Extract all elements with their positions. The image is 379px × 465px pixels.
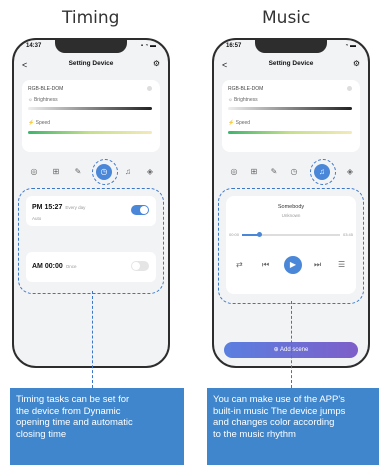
timing-title: Timing [62, 8, 120, 28]
progress-thumb[interactable] [257, 232, 263, 237]
connector-line [291, 301, 292, 388]
time-end: 03:45 [342, 232, 353, 237]
page-title: Setting Device [268, 60, 314, 67]
timer-task-2[interactable]: AM 00:00 Once [26, 252, 156, 282]
brightness-slider[interactable] [28, 107, 152, 110]
grid-icon[interactable]: ⊞ [248, 167, 260, 176]
timing-phone: 14:37 ▪ ◔ ▬ < Setting Device ⚙ RGB-BLE-D… [12, 38, 170, 368]
page-title: Setting Device [68, 60, 114, 67]
device-name: RGB-BLE-DOM [28, 86, 64, 92]
music-icon[interactable]: ♫ [314, 164, 330, 180]
song-artist: Unknown [281, 213, 301, 218]
back-icon[interactable]: < [22, 60, 27, 70]
task-toggle-on[interactable] [131, 205, 149, 215]
brightness-slider[interactable] [228, 107, 352, 110]
status-time: 14:37 [26, 43, 42, 49]
speed-label: ⚡ Speed [228, 120, 251, 126]
next-icon[interactable]: ⏭ [314, 260, 321, 270]
grid-icon[interactable]: ⊞ [50, 167, 62, 176]
sound-icon[interactable]: ◈ [144, 167, 156, 176]
task-toggle-off[interactable] [131, 261, 149, 271]
palette-icon[interactable]: ◎ [28, 167, 40, 176]
device-card: RGB-BLE-DOM ☼ Brightness ⚡ Speed [22, 80, 160, 152]
timing-caption: Timing tasks can be set for the device f… [10, 388, 184, 465]
header: < Setting Device ⚙ [14, 59, 168, 74]
repeat-icon[interactable]: ⇄ [236, 260, 243, 269]
playlist-icon[interactable]: ☰ [338, 260, 345, 269]
speed-label: ⚡ Speed [28, 120, 51, 126]
brightness-label: ☼ Brightness [228, 97, 258, 103]
header: < Setting Device ⚙ [214, 59, 368, 74]
palette-icon[interactable]: ◎ [228, 167, 240, 176]
prev-icon[interactable]: ⏮ [262, 260, 269, 270]
brightness-label: ☼ Brightness [28, 97, 58, 103]
clock-icon[interactable]: ◷ [288, 167, 300, 176]
status-icons: ▪ ◔ ▬ [140, 43, 156, 49]
progress-bar[interactable] [242, 232, 340, 237]
mode-icon-row: ◎ ⊞ ✎ ◷ ♫ ◈ [222, 159, 360, 185]
notch [255, 40, 327, 53]
settings-icon[interactable]: ⚙ [353, 59, 360, 68]
speed-slider[interactable] [28, 131, 152, 134]
task-sub: Auto [32, 216, 42, 221]
back-icon[interactable]: < [222, 60, 227, 70]
music-caption: You can make use of the APP's built-in m… [207, 388, 379, 465]
status-time: 16:57 [226, 43, 242, 49]
sound-icon[interactable]: ◈ [344, 167, 356, 176]
device-name: RGB-BLE-DOM [228, 86, 264, 92]
task-time: PM 15:27 Every day [32, 204, 86, 211]
song-title: Somebody [277, 204, 305, 210]
brush-icon[interactable]: ✎ [268, 167, 280, 176]
mode-icon-row: ◎ ⊞ ✎ ◷ ♫ ◈ [22, 159, 160, 185]
time-start: 00:00 [229, 232, 240, 237]
power-dot[interactable] [147, 86, 152, 91]
notch [55, 40, 127, 53]
connector-line [92, 291, 93, 388]
timer-task-1[interactable]: PM 15:27 Every day Auto [26, 196, 156, 226]
music-title: Music [262, 8, 311, 28]
device-card: RGB-BLE-DOM ☼ Brightness ⚡ Speed [222, 80, 360, 152]
music-icon[interactable]: ♫ [122, 167, 134, 176]
music-player-card: Somebody Unknown 00:00 03:45 ⇄ ⏮ ▶ ⏭ ☰ [226, 196, 356, 294]
power-dot[interactable] [347, 86, 352, 91]
speed-slider[interactable] [228, 131, 352, 134]
settings-icon[interactable]: ⚙ [153, 59, 160, 68]
clock-icon[interactable]: ◷ [96, 164, 112, 180]
status-icons: ◔ ▬ [344, 43, 356, 49]
task-time: AM 00:00 Once [32, 263, 77, 270]
play-button[interactable]: ▶ [284, 256, 302, 274]
brush-icon[interactable]: ✎ [72, 167, 84, 176]
